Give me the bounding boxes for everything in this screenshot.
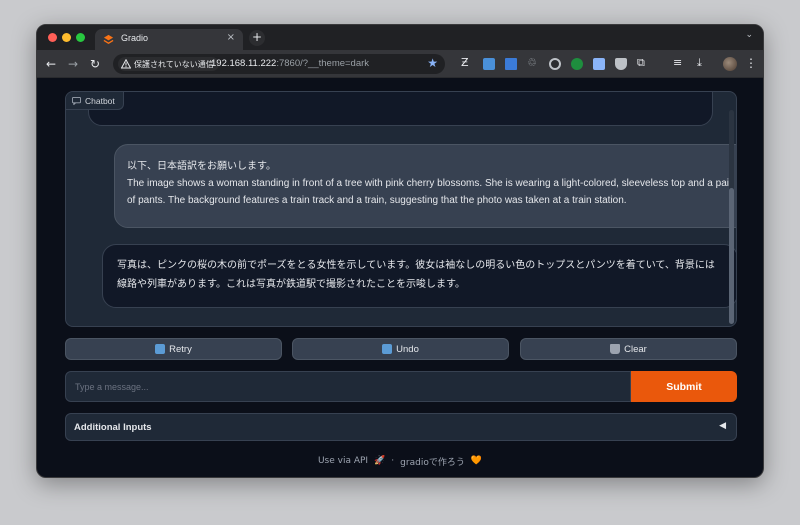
reload-icon[interactable]: ↻ [87, 56, 103, 72]
browser-window: Gradio × + ⌄ ← → ↻ 保護されていない通信 192.168.11… [36, 24, 764, 478]
url-text: 192.168.11.222:7860/?__theme=dark [211, 58, 369, 69]
use-via-api-link[interactable]: Use via API [318, 456, 368, 466]
chatbot-panel: Chatbot 以下、日本語訳をお願いします。 The image shows … [65, 91, 737, 327]
bookmark-star-icon[interactable]: ★ [427, 56, 438, 70]
back-icon[interactable]: ← [43, 56, 59, 72]
rocket-icon: 🚀 [374, 456, 386, 466]
chat-scroll-thumb[interactable] [729, 188, 734, 324]
url-path: :7860/?__theme=dark [276, 58, 370, 69]
action-buttons: Retry Undo Clear [65, 338, 737, 360]
undo-icon [382, 344, 393, 354]
new-tab-button[interactable]: + [249, 30, 265, 46]
browser-tab[interactable]: Gradio × [95, 29, 243, 50]
clear-label: Clear [624, 343, 647, 355]
security-chip[interactable]: 保護されていない通信 [118, 57, 219, 71]
extension-recycle-icon[interactable]: ♲ [527, 56, 537, 70]
message-input[interactable] [65, 371, 631, 402]
extension-circle-icon[interactable] [549, 58, 561, 70]
extension-translate-icon[interactable] [483, 58, 495, 70]
reading-list-icon[interactable]: ≡ [673, 56, 682, 70]
retry-icon [155, 344, 166, 354]
extension-window-icon[interactable] [593, 58, 605, 70]
footer-separator: · [391, 456, 395, 466]
tab-search-icon[interactable]: ⌄ [745, 30, 753, 40]
close-window-button[interactable] [48, 33, 57, 42]
footer: Use via API 🚀 · gradioで作ろう 🧡 [37, 453, 763, 469]
retry-label: Retry [169, 343, 192, 355]
undo-button[interactable]: Undo [292, 338, 509, 360]
tab-title: Gradio [121, 33, 149, 43]
gradio-favicon-icon [103, 34, 114, 44]
chat-messages[interactable]: 以下、日本語訳をお願いします。 The image shows a woman … [66, 92, 736, 326]
accordion-label: Additional Inputs [74, 422, 152, 433]
user-message-line-1: 以下、日本語訳をお願いします。 [127, 161, 276, 172]
clear-button[interactable]: Clear [520, 338, 737, 360]
forward-icon[interactable]: → [65, 56, 81, 72]
retry-button[interactable]: Retry [65, 338, 282, 360]
trash-icon [610, 344, 621, 354]
bot-message-text: 写真は、ピンクの桜の木の前でポーズをとる女性を示しています。彼女は袖なしの明るい… [117, 260, 715, 290]
undo-label: Undo [396, 343, 419, 355]
chatbot-label: Chatbot [66, 92, 124, 110]
gradio-logo-icon: 🧡 [470, 456, 483, 466]
built-with-gradio-link[interactable]: gradioで作ろう [400, 455, 465, 468]
browser-toolbar: ← → ↻ 保護されていない通信 192.168.11.222:7860/?__… [37, 50, 763, 78]
address-bar[interactable]: 保護されていない通信 192.168.11.222:7860/?__theme=… [113, 54, 445, 74]
url-host: 192.168.11.222 [211, 58, 277, 69]
minimize-window-button[interactable] [62, 33, 71, 42]
user-message-line-2: The image shows a woman standing in fron… [127, 178, 733, 206]
extension-shield-icon[interactable] [615, 58, 627, 70]
extension-z-icon[interactable]: Ƶ [461, 56, 469, 70]
tab-close-icon[interactable]: × [227, 32, 235, 43]
submit-button[interactable]: Submit [631, 371, 737, 402]
user-message: 以下、日本語訳をお願いします。 The image shows a woman … [114, 144, 736, 228]
extension-doc-icon[interactable] [505, 58, 517, 70]
download-icon[interactable]: ⤓ [697, 56, 702, 70]
maximize-window-button[interactable] [76, 33, 85, 42]
chatbot-label-text: Chatbot [85, 95, 115, 106]
chat-bubble-icon [72, 96, 81, 105]
extension-green-icon[interactable] [571, 58, 583, 70]
bot-message: 写真は、ピンクの桜の木の前でポーズをとる女性を示しています。彼女は袖なしの明るい… [102, 244, 736, 308]
previous-bot-message [88, 92, 713, 126]
accordion-arrow-icon[interactable]: ◀ [719, 421, 726, 431]
extensions-puzzle-icon[interactable]: ⧉ [637, 56, 645, 70]
security-label: 保護されていない通信 [134, 59, 214, 69]
additional-inputs-accordion[interactable]: Additional Inputs ◀ [65, 413, 737, 441]
warning-icon [121, 59, 131, 69]
profile-avatar[interactable] [723, 57, 737, 71]
browser-menu-icon[interactable]: ⋮ [745, 56, 757, 70]
browser-titlebar: Gradio × + ⌄ [37, 25, 763, 50]
message-row: Submit [65, 371, 737, 402]
chat-scrollbar[interactable] [729, 110, 734, 324]
